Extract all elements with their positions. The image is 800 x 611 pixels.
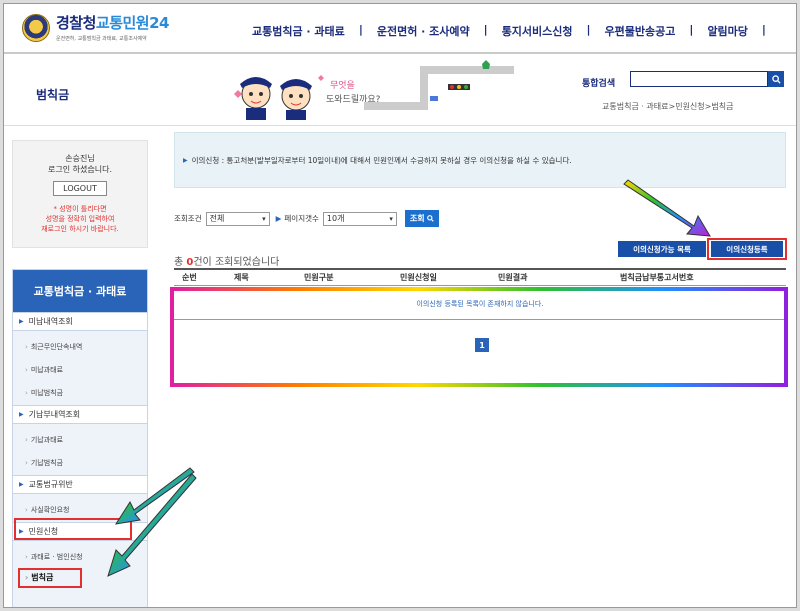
caret-right-icon: ▶ xyxy=(19,411,24,418)
count-suffix: 건이 조회되었습니다 xyxy=(193,257,280,268)
nav-separator: | xyxy=(483,23,488,36)
col-header-notice-number: 범칙금납부통고서번호 xyxy=(620,273,694,282)
sub-header: 범칙금 무엇을 도와드릴까요? 통합검색 교통범칙금 · 과태료>민원신청>범칙… xyxy=(4,56,796,126)
search-button[interactable] xyxy=(768,71,784,87)
sidebar-item-label: 기납부내역조회 xyxy=(28,410,81,419)
breadcrumb: 교통범칙금 · 과태료>민원신청>범칙금 xyxy=(602,102,734,111)
warning-line: 재로그인 하시기 바랍니다. xyxy=(41,225,119,233)
page-frame: 경찰청교통민원24 운전면허, 교통범칙금 과태료, 교통조사예약 교통범칙금 … xyxy=(3,3,797,608)
bullet-icon: › xyxy=(25,459,28,467)
warning-line: * 성명이 틀리다면 xyxy=(53,205,107,213)
sidebar-item-label: 최근무인단속내역 xyxy=(30,343,83,351)
search-icon xyxy=(426,215,434,222)
chevron-down-icon: ▾ xyxy=(389,214,393,223)
logo-tagline: 운전면허, 교통범칙금 과태료, 교통조사예약 xyxy=(56,36,147,42)
police-emblem-icon xyxy=(22,14,50,42)
sidebar-item-label: 미납범칙금 xyxy=(30,389,64,397)
sidebar-item-label: 교통법규위반 xyxy=(28,480,73,489)
nav-separator: | xyxy=(586,23,591,36)
mascot-speech-line1: 무엇을 xyxy=(330,80,355,91)
sidebar-item-paid-fine[interactable]: › 기납범칙금 xyxy=(25,458,63,468)
highlight-result-table xyxy=(170,287,788,387)
sidebar-item-unpaid-lookup[interactable]: ▶ 미납내역조회 xyxy=(13,312,147,331)
section-title: 범칙금 xyxy=(36,88,70,102)
col-header-number: 순번 xyxy=(182,273,197,282)
search-icon xyxy=(771,74,781,84)
nav-separator: | xyxy=(358,23,363,36)
sidebar-item-label: 미납내역조회 xyxy=(28,317,73,326)
count-prefix: 총 xyxy=(174,257,184,268)
road-illustration-icon xyxy=(364,60,514,110)
caret-right-icon: ▶ xyxy=(19,318,24,325)
user-name: 손승진님 xyxy=(65,154,95,163)
table-header: 순번 제목 민원구분 민원신청일 민원결과 범칙금납부통고서번호 xyxy=(174,268,786,286)
sidebar-item-recent-enforcement[interactable]: › 최근무인단속내역 xyxy=(25,342,82,352)
nav-separator: | xyxy=(689,23,694,36)
lookup-button[interactable]: 조회 xyxy=(404,210,439,227)
login-status: 로그인 하셨습니다. xyxy=(48,165,112,174)
caret-right-icon: ▶ xyxy=(19,481,24,488)
nav-item-notice[interactable]: 알림마당 xyxy=(699,23,755,39)
bullet-icon: › xyxy=(25,553,28,561)
nav-item-returned-mail[interactable]: 우편물반송공고 xyxy=(597,23,684,39)
chevron-down-icon: ▾ xyxy=(262,214,266,223)
condition-select[interactable]: 전체 ▾ xyxy=(205,211,270,226)
logo-subtitle: 교통민원24 xyxy=(95,14,170,32)
info-text: 이의신청 : 통고처분(발부일자로부터 10일이내)에 대해서 민원인께서 수긍… xyxy=(191,155,572,165)
arrow-icon xyxy=(623,179,711,237)
nav-item-notification[interactable]: 통지서비스신청 xyxy=(494,23,581,39)
login-box: 손승진님 로그인 하셨습니다. LOGOUT * 성명이 틀리다면 성명을 정확… xyxy=(12,140,148,248)
triangle-bullet-icon: ▶ xyxy=(183,156,188,164)
top-bar: 경찰청교통민원24 운전면허, 교통범칙금 과태료, 교통조사예약 교통범칙금 … xyxy=(4,4,796,54)
sidebar-item-label: 과태료 · 범인신청 xyxy=(30,553,83,561)
sidebar-item-paid-lookup[interactable]: ▶ 기납부내역조회 xyxy=(13,405,147,424)
col-header-type: 민원구분 xyxy=(304,273,334,282)
sidebar-item-label: 기납과태료 xyxy=(30,436,64,444)
sidebar-title: 교통범칙금 · 과태료 xyxy=(13,270,147,312)
condition-label: 조회조건 xyxy=(174,214,202,223)
nav-separator: | xyxy=(761,23,766,36)
bullet-icon: › xyxy=(25,343,28,351)
pagesize-label: 페이지갯수 xyxy=(284,214,319,223)
search-input[interactable] xyxy=(630,71,768,87)
warning-line: 성명을 정확히 입력하여 xyxy=(45,215,115,223)
bullet-icon: › xyxy=(25,436,28,444)
bullet-icon: › xyxy=(25,366,28,374)
nav-item-fines[interactable]: 교통범칙금 · 과태료 xyxy=(244,23,353,39)
sidebar-item-label: 기납범칙금 xyxy=(30,459,64,467)
bullet-icon: › xyxy=(25,389,28,397)
sidebar-menu: 교통범칙금 · 과태료 ▶ 미납내역조회 › 최근무인단속내역 › 미납과태료 › 미납… xyxy=(12,269,148,607)
highlight-civil-request xyxy=(14,518,132,540)
sidebar-item-unpaid-fine[interactable]: › 미납범칙금 xyxy=(25,388,63,398)
info-notice: ▶ 이의신청 : 통고처분(발부일자로부터 10일이내)에 대해서 민원인께서 … xyxy=(174,132,786,188)
triangle-bullet-icon: ▶ xyxy=(275,214,282,223)
objection-available-list-button[interactable]: 이의신청가능 목록 xyxy=(618,241,706,257)
pagesize-select-value: 10개 xyxy=(326,214,345,223)
site-logo[interactable]: 경찰청교통민원24 운전면허, 교통범칙금 과태료, 교통조사예약 xyxy=(22,12,169,46)
name-warning: * 성명이 틀리다면 성명을 정확히 입력하여 재로그인 하시기 바랍니다. xyxy=(13,204,147,234)
sidebar-item-paid-penalty[interactable]: › 기납과태료 xyxy=(25,435,63,445)
highlight-fine-menu xyxy=(18,568,82,588)
top-nav: 교통범칙금 · 과태료 | 운전면허 · 조사예약 | 통지서비스신청 | 우편… xyxy=(244,23,772,39)
logout-button[interactable]: LOGOUT xyxy=(53,181,107,196)
pagesize-select[interactable]: 10개 ▾ xyxy=(322,211,397,226)
condition-select-value: 전체 xyxy=(209,214,225,223)
sidebar-item-violation[interactable]: ▶ 교통법규위반 xyxy=(13,475,147,494)
logo-title: 경찰청 xyxy=(56,14,96,32)
filter-bar: 조회조건 전체 ▾ ▶ 페이지갯수 10개 ▾ 조회 xyxy=(174,210,439,227)
sidebar-item-unpaid-penalty[interactable]: › 미납과태료 xyxy=(25,365,63,375)
col-header-title: 제목 xyxy=(234,273,249,282)
nav-item-license[interactable]: 운전면허 · 조사예약 xyxy=(369,23,478,39)
sidebar-item-label: 미납과태료 xyxy=(30,366,64,374)
result-count: 총 0건이 조회되었습니다 xyxy=(174,253,279,268)
sidebar-item-label: 사실확인요청 xyxy=(30,506,70,514)
col-header-date: 민원신청일 xyxy=(400,273,437,282)
highlight-register-button xyxy=(707,238,787,260)
bullet-icon: › xyxy=(25,506,28,514)
sidebar-item-penalty-request[interactable]: › 과태료 · 범인신청 xyxy=(25,552,83,562)
search-label: 통합검색 xyxy=(582,79,616,89)
sidebar-item-fact-check[interactable]: › 사실확인요청 xyxy=(25,505,69,515)
col-header-result: 민원결과 xyxy=(498,273,528,282)
lookup-button-label: 조회 xyxy=(409,214,425,223)
